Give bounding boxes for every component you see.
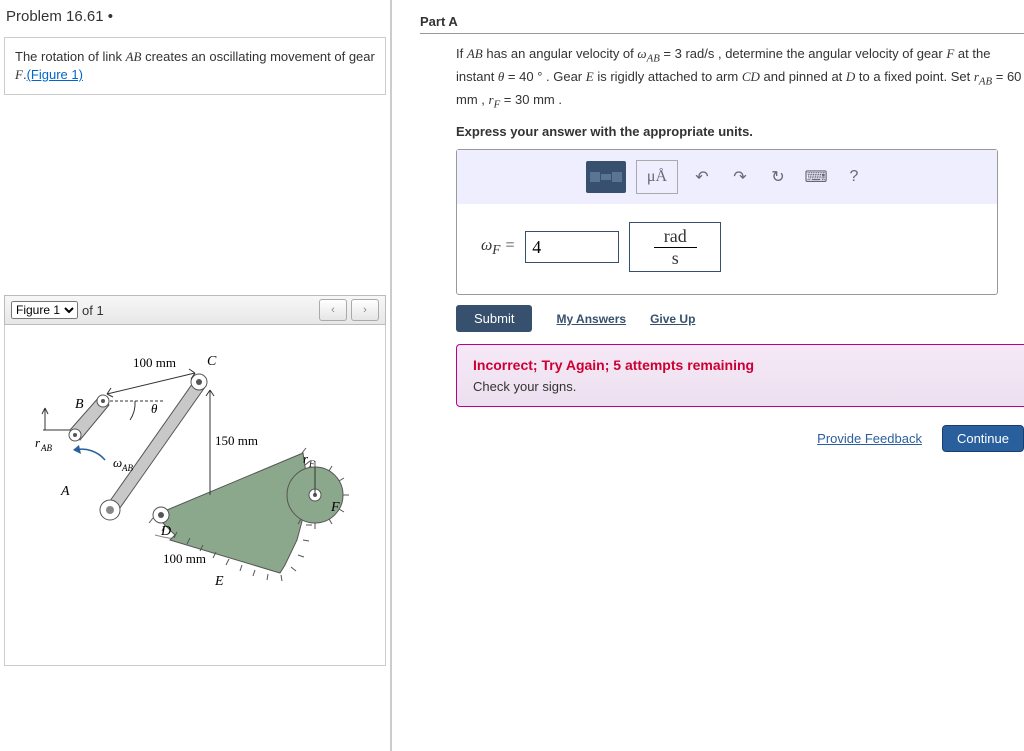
answer-input[interactable]	[525, 231, 619, 263]
figure-area: 100 mm 150 mm 100 mm rAB ωAB rF θ A B C …	[4, 325, 386, 666]
problem-title: Problem 16.61 •	[0, 0, 390, 37]
submit-button[interactable]: Submit	[456, 305, 532, 332]
figure-count: of 1	[82, 303, 104, 318]
help-button[interactable]: ?	[840, 163, 868, 191]
provide-feedback-link[interactable]: Provide Feedback	[817, 431, 922, 446]
figure-toolbar: Figure 1 of 1 ‹ ›	[4, 295, 386, 325]
feedback-hint: Check your signs.	[473, 379, 1013, 394]
problem-description: The rotation of link AB creates an oscil…	[4, 37, 386, 95]
svg-text:100 mm: 100 mm	[133, 355, 176, 370]
figure-next-button[interactable]: ›	[351, 299, 379, 321]
continue-button[interactable]: Continue	[942, 425, 1024, 452]
svg-text:B: B	[75, 397, 84, 412]
feedback-box: Incorrect; Try Again; 5 attempts remaini…	[456, 344, 1024, 407]
unit-box[interactable]: rad s	[629, 222, 721, 272]
question-text: If AB has an angular velocity of ωAB = 3…	[412, 44, 1024, 112]
svg-text:D: D	[160, 524, 171, 539]
svg-text:θ: θ	[151, 401, 158, 416]
svg-text:100 mm: 100 mm	[163, 551, 206, 566]
figure-select[interactable]: Figure 1	[11, 301, 78, 319]
answer-box: μÅ ↶ ↷ ↻ ⌨ ? ωF = rad s	[456, 149, 998, 295]
instruction: Express your answer with the appropriate…	[412, 112, 1024, 149]
svg-text:A: A	[60, 484, 70, 499]
svg-text:AB: AB	[40, 443, 52, 453]
svg-text:F: F	[308, 459, 315, 469]
svg-text:C: C	[207, 354, 217, 369]
figure-link[interactable]: (Figure 1)	[27, 67, 83, 82]
svg-text:F: F	[330, 500, 340, 515]
units-button[interactable]: μÅ	[636, 160, 678, 194]
redo-button[interactable]: ↷	[726, 163, 754, 191]
svg-text:150 mm: 150 mm	[215, 433, 258, 448]
answer-toolbar: μÅ ↶ ↷ ↻ ⌨ ?	[457, 150, 997, 204]
reset-button[interactable]: ↻	[764, 163, 792, 191]
feedback-title: Incorrect; Try Again; 5 attempts remaini…	[473, 357, 1013, 373]
answer-label: ωF =	[481, 237, 515, 258]
template-button[interactable]	[586, 161, 626, 193]
undo-button[interactable]: ↶	[688, 163, 716, 191]
figure-prev-button[interactable]: ‹	[319, 299, 347, 321]
my-answers-link[interactable]: My Answers	[556, 312, 626, 326]
svg-text:ω: ω	[113, 455, 122, 470]
svg-text:AB: AB	[121, 463, 133, 473]
svg-text:E: E	[214, 574, 224, 589]
keyboard-button[interactable]: ⌨	[802, 163, 830, 191]
give-up-link[interactable]: Give Up	[650, 312, 695, 326]
part-title: Part A	[412, 0, 1024, 33]
